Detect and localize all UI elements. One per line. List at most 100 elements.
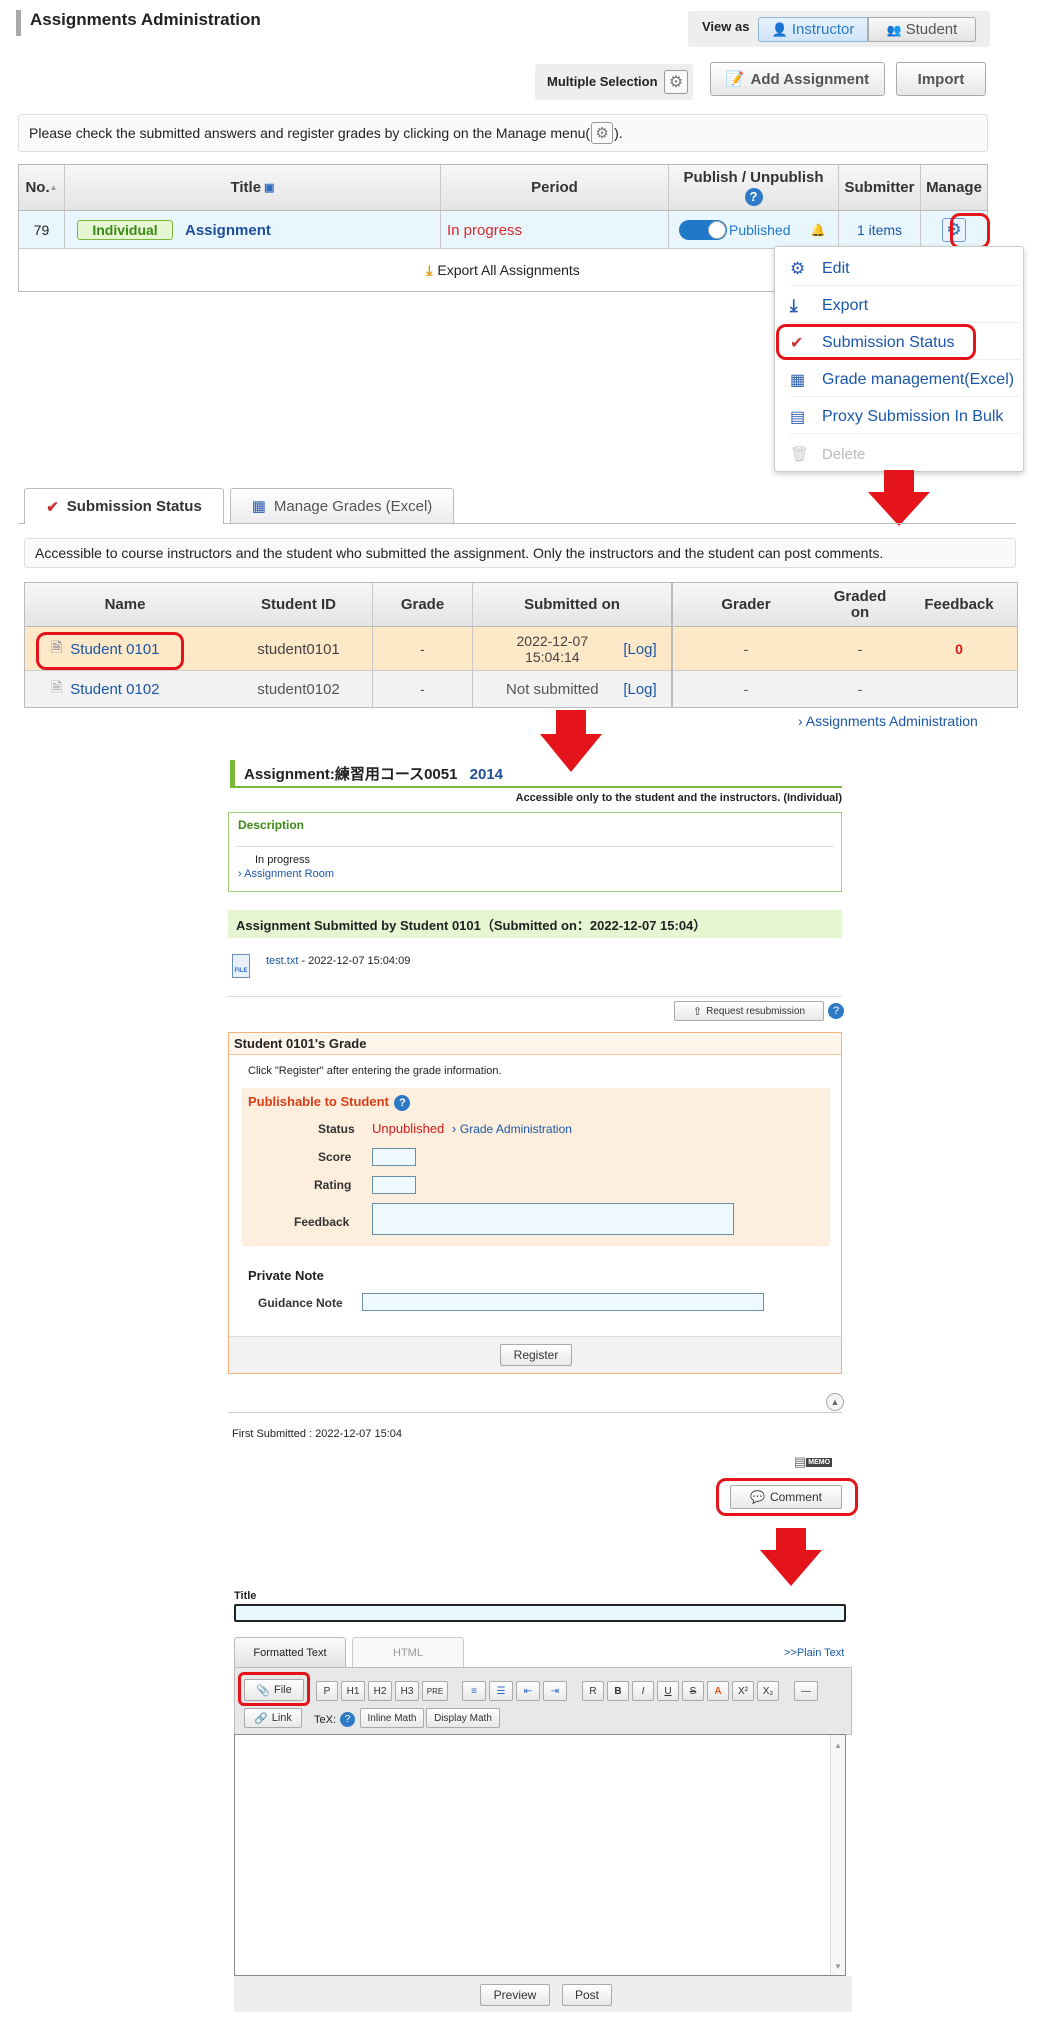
bell-icon: 🔔: [810, 223, 826, 237]
outdent-icon[interactable]: ⇤: [516, 1681, 540, 1701]
student-0101-link[interactable]: Student 0101: [70, 641, 159, 658]
format-pre-button[interactable]: PRE: [422, 1681, 448, 1701]
row-grade: -: [373, 671, 473, 707]
first-submitted: First Submitted : 2022-12-07 15:04: [232, 1428, 402, 1440]
submission-info: Accessible to course instructors and the…: [24, 538, 1016, 568]
detail-title: Assignment:練習用コース0051 2014: [244, 766, 504, 783]
link-button[interactable]: 🔗 Link: [244, 1708, 302, 1728]
underline-button[interactable]: U: [657, 1681, 679, 1701]
editor-title-input[interactable]: [234, 1604, 846, 1622]
row-manage: ⚙: [921, 211, 987, 249]
help-icon[interactable]: ?: [828, 1003, 844, 1019]
subscript-button[interactable]: X₂: [757, 1681, 779, 1701]
checklist-icon: ✔: [46, 498, 59, 516]
collapse-button[interactable]: ▲: [826, 1393, 844, 1411]
register-button[interactable]: Register: [500, 1344, 572, 1366]
tab-html[interactable]: HTML: [352, 1637, 464, 1667]
feedback-textarea[interactable]: [372, 1203, 734, 1235]
back-to-admin-link[interactable]: › Assignments Administration: [798, 713, 978, 729]
chevron-right-icon: ›: [451, 1121, 457, 1136]
row-grader: -: [743, 641, 749, 657]
request-resubmission-button[interactable]: ⇧ Request resubmission: [674, 1001, 824, 1021]
post-button[interactable]: Post: [562, 1984, 612, 2006]
tab-submission-status[interactable]: ✔ Submission Status: [24, 488, 224, 524]
display-math-button[interactable]: Display Math: [426, 1708, 500, 1728]
file-button[interactable]: 📎 File: [244, 1679, 304, 1701]
assignment-link[interactable]: Assignment: [185, 222, 271, 239]
format-r-button[interactable]: R: [582, 1681, 604, 1701]
tab-formatted-text[interactable]: Formatted Text: [234, 1637, 346, 1667]
menu-item-grade-management[interactable]: ▦ Grade management(Excel): [790, 363, 1020, 397]
row-name-cell: 🗎 Student 0102: [25, 671, 225, 707]
score-input[interactable]: [372, 1148, 416, 1166]
inline-math-button[interactable]: Inline Math: [360, 1708, 424, 1728]
table-header: Name Student ID Grade Submitted on Grade…: [25, 583, 1017, 627]
tab-manage-grades[interactable]: ▦ Manage Grades (Excel): [230, 488, 454, 524]
preview-button[interactable]: Preview: [480, 1984, 550, 2006]
view-instructor-button[interactable]: 👤 Instructor: [758, 17, 868, 42]
rating-input[interactable]: [372, 1176, 416, 1194]
help-icon[interactable]: ?: [744, 188, 763, 206]
import-button[interactable]: Import: [896, 62, 986, 96]
format-p-button[interactable]: P: [316, 1681, 338, 1701]
proxy-doc-icon: ▤: [790, 408, 806, 426]
page-title-bar: [16, 10, 21, 36]
menu-item-delete[interactable]: 🗑 Delete: [790, 437, 1020, 471]
format-h2-button[interactable]: H2: [368, 1681, 392, 1701]
header-student-id: Student ID: [225, 583, 373, 626]
student-0102-link[interactable]: Student 0102: [70, 681, 159, 698]
horizontal-rule-button[interactable]: —: [794, 1681, 818, 1701]
format-h1-button[interactable]: H1: [341, 1681, 365, 1701]
add-assignment-button[interactable]: 📝 Add Assignment: [710, 62, 885, 96]
text-color-button[interactable]: A: [707, 1681, 729, 1701]
status-text: In progress: [255, 854, 311, 866]
format-h3-button[interactable]: H3: [395, 1681, 419, 1701]
plain-text-link[interactable]: >>Plain Text: [784, 1647, 844, 1659]
italic-button[interactable]: I: [632, 1681, 654, 1701]
scroll-up-icon[interactable]: ▲: [831, 1741, 845, 1750]
document-icon: 🗎: [51, 639, 63, 655]
memo-icon[interactable]: ▤ MEMO: [794, 1454, 840, 1470]
guidance-note-input[interactable]: [362, 1293, 764, 1311]
people-icon: 👥: [886, 22, 902, 37]
red-arrow-1: [884, 470, 914, 492]
ordered-list-icon[interactable]: ≡: [462, 1681, 486, 1701]
tab-baseline-left: [18, 523, 24, 524]
row-title-cell: Individual Assignment: [65, 211, 441, 249]
menu-item-submission-status[interactable]: ✔ Submission Status: [790, 326, 1020, 360]
grade-admin-link[interactable]: Grade Administration: [460, 1122, 572, 1136]
manage-gear-button[interactable]: ⚙: [942, 218, 966, 242]
menu-item-edit[interactable]: ⚙ Edit: [790, 252, 1020, 286]
multiple-selection-button[interactable]: ⚙: [664, 70, 688, 94]
strike-button[interactable]: S: [682, 1681, 704, 1701]
menu-item-proxy-submission[interactable]: ▤ Proxy Submission In Bulk: [790, 400, 1020, 434]
help-icon[interactable]: ?: [340, 1712, 356, 1727]
help-icon[interactable]: ?: [394, 1095, 411, 1111]
superscript-button[interactable]: X²: [732, 1681, 754, 1701]
view-student-button[interactable]: 👥 Student: [868, 17, 976, 42]
items-link[interactable]: 1 items: [857, 222, 902, 238]
file-divider: [228, 996, 842, 997]
bold-button[interactable]: B: [607, 1681, 629, 1701]
publishable-label: Publishable to Student ?: [248, 1094, 411, 1111]
table-header: No. ▲ Title ▣ Period Publish / Unpublish ?…: [19, 165, 987, 211]
spreadsheet-icon: ▦: [790, 371, 806, 389]
log-link[interactable]: [Log]: [623, 641, 656, 658]
scroll-down-icon[interactable]: ▼: [831, 1962, 845, 1971]
menu-item-export[interactable]: ⤓ Export: [790, 289, 1020, 323]
log-link[interactable]: [Log]: [623, 681, 656, 698]
indent-icon[interactable]: ⇥: [543, 1681, 567, 1701]
row-graded-on: -: [857, 641, 863, 657]
rating-label: Rating: [314, 1178, 352, 1192]
editor-scrollbar[interactable]: ▲ ▼: [830, 1735, 845, 1975]
editor-body[interactable]: [234, 1734, 846, 1976]
file-link[interactable]: test.txt: [266, 955, 298, 967]
status-label: Status: [318, 1122, 355, 1136]
bullet-list-icon[interactable]: ☰: [489, 1681, 513, 1701]
header-no[interactable]: No. ▲: [19, 165, 65, 210]
assignment-room-link[interactable]: › Assignment Room: [238, 868, 334, 880]
status-value: Unpublished › Grade Administration: [372, 1121, 572, 1136]
comment-button[interactable]: 💬 Comment: [730, 1485, 842, 1509]
publish-toggle[interactable]: [679, 220, 727, 240]
edit-doc-icon: 📝: [725, 71, 745, 88]
